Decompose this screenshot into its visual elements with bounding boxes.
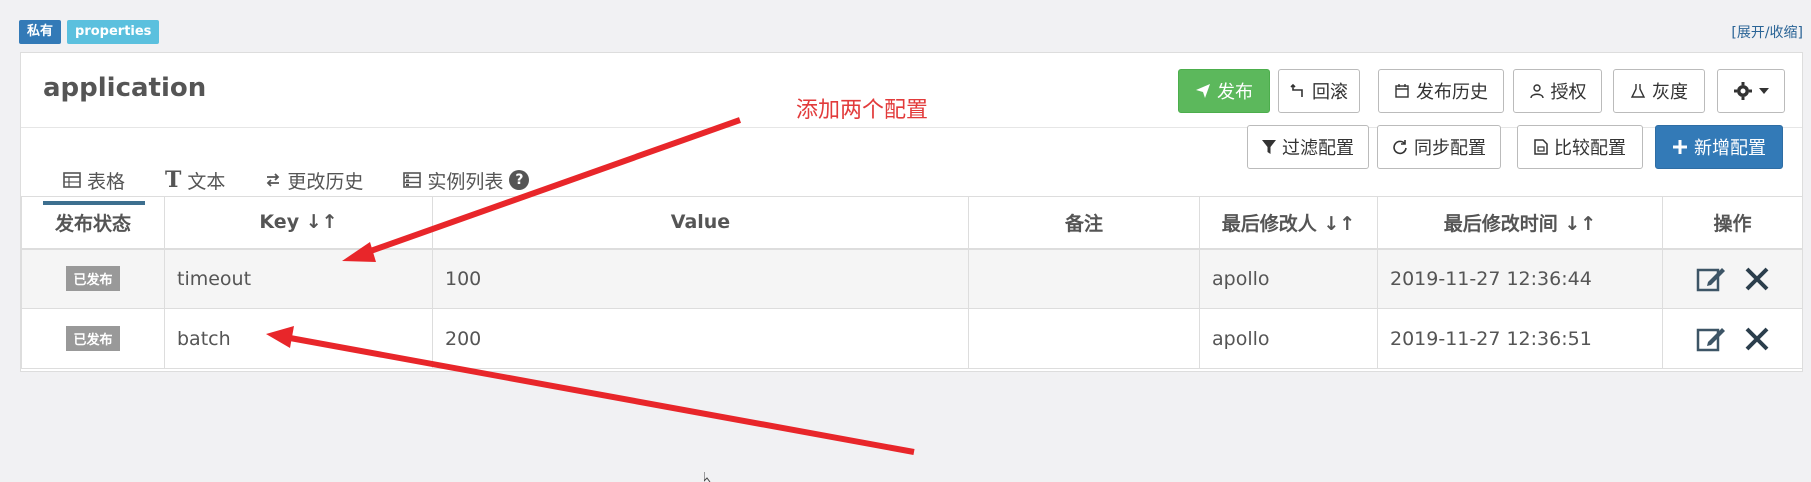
delete-icon[interactable]	[1744, 266, 1770, 292]
sync-config-button[interactable]: 同步配置	[1377, 125, 1501, 169]
namespace-title: application	[43, 73, 207, 103]
server-icon	[403, 172, 422, 188]
tab-instances-label: 实例列表	[427, 170, 504, 193]
plus-icon	[1673, 140, 1687, 154]
send-icon	[1196, 84, 1210, 98]
sort-icon[interactable]: ↓↑	[1564, 213, 1596, 235]
time-cell: 2019-11-27 12:36:44	[1377, 248, 1663, 309]
filter-config-label: 过滤配置	[1282, 138, 1354, 159]
value-cell: 200	[432, 308, 969, 369]
user-icon	[1529, 84, 1544, 99]
filter-icon	[1262, 140, 1276, 154]
tab-change-history-label: 更改历史	[287, 170, 364, 193]
calendar-icon	[1395, 84, 1409, 98]
document-icon	[1534, 139, 1548, 155]
add-config-label: 新增配置	[1694, 138, 1766, 159]
tab-text-label: 文本	[187, 170, 226, 193]
filter-config-button[interactable]: 过滤配置	[1247, 125, 1369, 169]
instance-help-badge[interactable]: ?	[509, 170, 530, 190]
expand-collapse-link[interactable]: [展开/收缩]	[1731, 22, 1803, 42]
sort-icon[interactable]: ↓↑	[306, 211, 338, 233]
compare-config-button[interactable]: 比较配置	[1517, 125, 1643, 169]
tab-text[interactable]: T 文本	[145, 163, 245, 197]
namespace-labels: 私有 properties	[19, 20, 160, 44]
table-row: 已发布 batch 200 apollo 2019-11-27 12:36:51	[21, 308, 1803, 369]
format-label: properties	[67, 20, 160, 44]
refresh-icon	[1393, 140, 1407, 155]
tab-change-history[interactable]: 更改历史	[245, 163, 383, 197]
config-table: 发布状态 Key ↓↑ Value 备注 最后修改人 ↓↑ 最后修改时间 ↓↑ …	[21, 196, 1803, 369]
sync-config-label: 同步配置	[1414, 138, 1486, 159]
gray-release-button[interactable]: 灰度	[1613, 69, 1705, 113]
publish-button[interactable]: 发布	[1178, 69, 1270, 113]
time-cell: 2019-11-27 12:36:51	[1377, 308, 1663, 369]
table-row: 已发布 timeout 100 apollo 2019-11-27 12:36:…	[21, 248, 1803, 309]
value-cell: 100	[432, 248, 969, 309]
status-badge: 已发布	[66, 266, 120, 292]
caret-down-icon	[1759, 88, 1769, 94]
add-config-button[interactable]: 新增配置	[1655, 125, 1783, 169]
flask-icon	[1630, 84, 1646, 98]
status-badge: 已发布	[66, 326, 120, 351]
header-comment: 备注	[968, 196, 1200, 250]
header-value: Value	[432, 196, 969, 250]
tab-instances[interactable]: 实例列表 ?	[383, 163, 549, 197]
publish-label: 发布	[1217, 82, 1253, 103]
private-label: 私有	[19, 20, 62, 44]
table-icon	[63, 172, 81, 188]
tab-table[interactable]: 表格	[43, 163, 146, 205]
header-modifier[interactable]: 最后修改人 ↓↑	[1199, 196, 1378, 250]
rollback-button[interactable]: 回滚	[1278, 69, 1360, 113]
view-tabs: 表格 T 文本 更改历史 实例列表 ?	[43, 163, 549, 205]
grant-label: 授权	[1550, 82, 1587, 103]
history-label: 发布历史	[1416, 82, 1488, 103]
table-header-row: 发布状态 Key ↓↑ Value 备注 最后修改人 ↓↑ 最后修改时间 ↓↑ …	[21, 196, 1803, 250]
text-icon: T	[165, 167, 182, 193]
swap-icon	[267, 173, 280, 187]
header-operations: 操作	[1662, 196, 1803, 250]
modifier-cell: apollo	[1199, 248, 1378, 309]
undo-icon	[1290, 83, 1303, 97]
key-cell: batch	[164, 308, 433, 369]
history-button[interactable]: 发布历史	[1378, 69, 1504, 113]
gray-release-label: 灰度	[1652, 82, 1688, 103]
sort-icon[interactable]: ↓↑	[1323, 213, 1355, 235]
delete-icon[interactable]	[1744, 326, 1770, 352]
header-modified-time[interactable]: 最后修改时间 ↓↑	[1377, 196, 1663, 250]
edit-icon[interactable]	[1696, 324, 1726, 354]
settings-dropdown-button[interactable]	[1717, 69, 1785, 113]
gear-icon	[1734, 82, 1752, 100]
tab-table-label: 表格	[87, 170, 126, 193]
rollback-label: 回滚	[1312, 82, 1348, 103]
header-key[interactable]: Key ↓↑	[164, 196, 433, 250]
modifier-cell: apollo	[1199, 308, 1378, 369]
annotation-text: 添加两个配置	[796, 98, 929, 123]
edit-icon[interactable]	[1696, 264, 1726, 294]
key-cell: timeout	[164, 248, 433, 309]
comment-cell	[968, 248, 1200, 309]
comment-cell	[968, 308, 1200, 369]
grant-button[interactable]: 授权	[1513, 69, 1602, 113]
compare-config-label: 比较配置	[1554, 138, 1626, 159]
mouse-cursor-icon	[704, 472, 711, 482]
header-status: 发布状态	[21, 196, 165, 250]
